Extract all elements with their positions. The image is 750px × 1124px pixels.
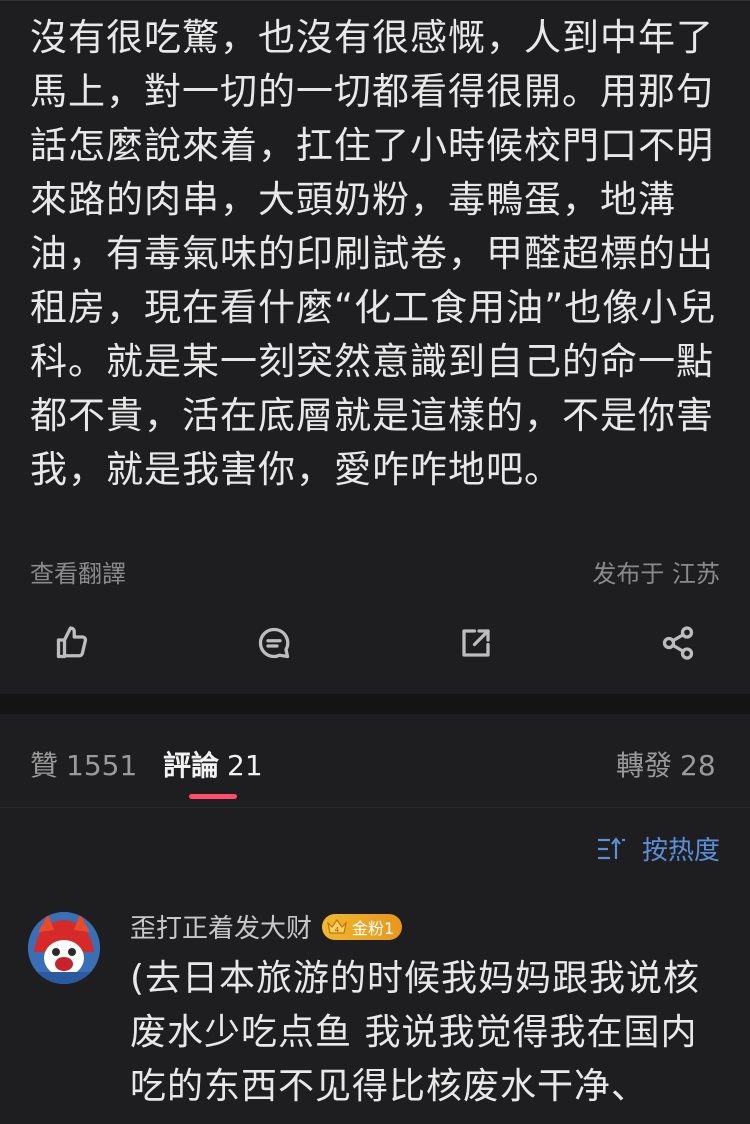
sort-label: 按热度	[641, 836, 720, 866]
post-card: 沒有很吃驚，也沒有很感慨，人到中年了馬上，對一切的一切都看得很開。用那句話怎麼說…	[0, 0, 750, 694]
translate-link[interactable]: 查看翻譯	[30, 554, 126, 589]
comment-icon	[258, 627, 290, 659]
tab-likes-count: 1551	[66, 749, 138, 782]
sort-button[interactable]: 按热度	[596, 830, 720, 867]
crown-icon: 4	[327, 918, 347, 934]
tab-comments[interactable]: 評論 21	[163, 744, 263, 784]
sort-icon	[597, 836, 625, 859]
fan-badge-label: 金粉1	[352, 918, 395, 938]
post-location: 发布于 江苏	[592, 559, 720, 588]
badge-level: 4	[335, 926, 340, 934]
post-meta: 查看翻譯 发布于 江苏	[30, 553, 720, 589]
share-button[interactable]	[656, 621, 700, 665]
tab-reposts-count: 28	[680, 749, 716, 782]
active-tab-indicator	[189, 794, 237, 799]
post-body-text: 沒有很吃驚，也沒有很感慨，人到中年了馬上，對一切的一切都看得很開。用那句話怎麼說…	[30, 16, 717, 491]
section-divider	[0, 694, 750, 714]
comment-username[interactable]: 歪打正着发大财	[130, 908, 312, 945]
repost-button[interactable]	[454, 621, 498, 665]
thumbs-up-icon	[56, 626, 88, 659]
action-bar	[0, 613, 750, 673]
repost-icon	[462, 629, 490, 657]
fan-badge[interactable]: 4 金粉1	[322, 913, 403, 940]
comment-button[interactable]	[252, 621, 296, 665]
comment-header: 歪打正着发大财 4 金粉1	[130, 908, 403, 945]
comment-text: (去日本旅游的时候我妈妈跟我说核废水少吃点鱼 我说我觉得我在国内吃的东西不见得比…	[130, 958, 701, 1107]
tab-likes[interactable]: 贊 1551	[30, 744, 137, 784]
tab-comments-label: 評論	[163, 749, 220, 782]
tab-likes-label: 贊	[30, 749, 59, 782]
avatar-image	[28, 912, 100, 984]
avatar[interactable]	[28, 912, 100, 984]
tab-comments-count: 21	[227, 749, 263, 782]
tab-reposts-label: 轉發	[616, 749, 673, 782]
sort-bar: 按热度	[0, 808, 750, 888]
engagement-tabs: 贊 1551 評論 21 轉發 28	[0, 714, 750, 808]
tab-reposts[interactable]: 轉發 28	[616, 744, 716, 784]
share-icon	[662, 626, 694, 660]
like-button[interactable]	[50, 621, 94, 665]
comment-list: 歪打正着发大财 4 金粉1 (去日本旅游的时候我妈妈跟我说核废水少吃点鱼 我说我…	[0, 888, 750, 1124]
